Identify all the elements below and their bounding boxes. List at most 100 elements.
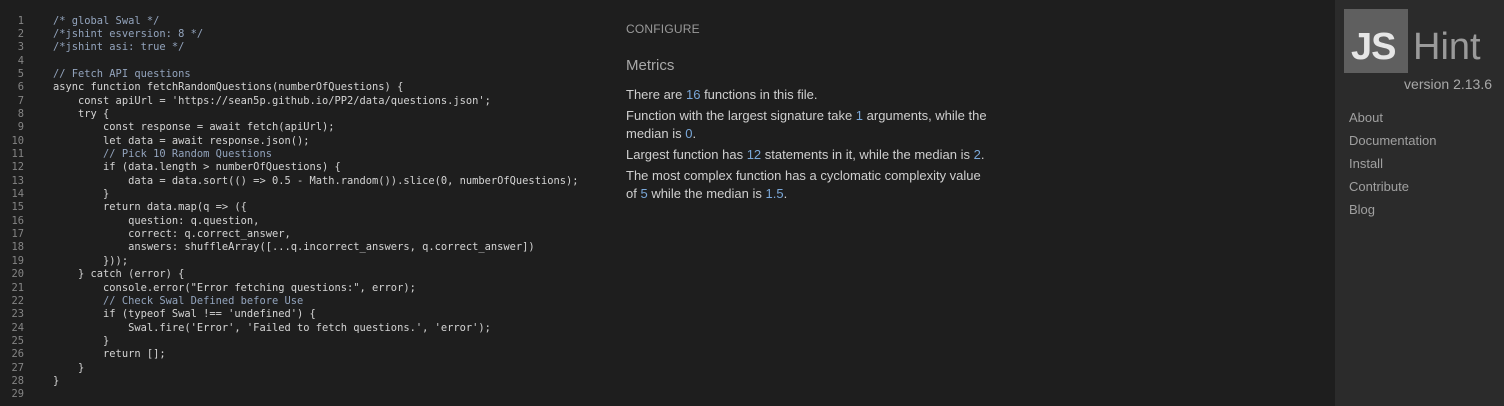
metric-text: Largest function has	[626, 147, 747, 162]
code-line[interactable]: 2 /*jshint esversion: 8 */	[0, 28, 600, 41]
code-text: answers: shuffleArray([...q.incorrect_an…	[53, 241, 535, 254]
code-text: if (data.length > numberOfQuestions) {	[53, 161, 341, 174]
code-text: const response = await fetch(apiUrl);	[53, 121, 335, 134]
code-text: }	[53, 374, 60, 387]
code-line[interactable]: 25 }	[0, 335, 600, 348]
code-line[interactable]: 10 let data = await response.json();	[0, 135, 600, 148]
code-line[interactable]: 20 } catch (error) {	[0, 268, 600, 281]
metric-text: while the median is	[647, 186, 766, 201]
nav-link-install[interactable]: Install	[1349, 156, 1383, 171]
code-text: async function fetchRandomQuestions(numb…	[53, 81, 404, 94]
code-text: // Fetch API questions	[53, 67, 191, 80]
code-line[interactable]: 15 return data.map(q => ({	[0, 201, 600, 214]
metrics-title: Metrics	[626, 57, 675, 74]
line-number: 25	[11, 334, 24, 347]
code-line[interactable]: 13 data = data.sort(() => 0.5 - Math.ran…	[0, 175, 600, 188]
code-text: console.error("Error fetching questions:…	[53, 281, 416, 294]
line-number: 17	[11, 228, 24, 241]
metric-function-count: There are 16 functions in this file.	[626, 86, 996, 104]
line-number: 21	[11, 281, 24, 294]
metric-statements: Largest function has 12 statements in it…	[626, 146, 996, 164]
code-line[interactable]: 26 return [];	[0, 348, 600, 361]
line-number: 18	[11, 241, 24, 254]
line-number: 3	[17, 41, 24, 54]
code-line[interactable]: 28}	[0, 375, 600, 388]
code-line[interactable]: 9 const response = await fetch(apiUrl);	[0, 121, 600, 134]
line-number: 7	[17, 94, 24, 107]
metric-text: .	[692, 126, 697, 141]
metric-text: There are	[626, 87, 686, 102]
metric-text: statements in it, while the median is	[761, 147, 974, 162]
metric-value: 12	[746, 147, 762, 162]
sidebar: JS Hint version 2.13.6 About Documentati…	[1335, 0, 1504, 406]
line-number: 16	[11, 214, 24, 227]
nav-link-blog[interactable]: Blog	[1349, 202, 1375, 217]
code-editor[interactable]: 1 /* global Swal */ 2 /*jshint esversion: 8…	[0, 0, 600, 406]
code-line[interactable]: 8 try {	[0, 108, 600, 121]
code-line[interactable]: 5 // Fetch API questions	[0, 68, 600, 81]
code-text: // Pick 10 Random Questions	[53, 148, 272, 160]
code-line[interactable]: 29	[0, 388, 600, 401]
code-text: const apiUrl = 'https://sean5p.github.io…	[53, 94, 491, 107]
code-line[interactable]: 22 // Check Swal Defined before Use	[0, 295, 600, 308]
code-line[interactable]: 11 // Pick 10 Random Questions	[0, 148, 600, 161]
line-number: 11	[11, 148, 24, 160]
code-text: }));	[53, 254, 129, 267]
metric-value: 2	[973, 147, 981, 162]
line-number: 4	[17, 54, 24, 67]
code-line[interactable]: 6 async function fetchRandomQuestions(num…	[0, 81, 600, 94]
line-number: 1	[17, 14, 24, 27]
code-line[interactable]: 21 console.error("Error fetching questio…	[0, 282, 600, 295]
metric-value: 5	[640, 186, 648, 201]
line-number: 8	[17, 107, 24, 120]
metric-text: .	[980, 147, 985, 162]
line-number: 24	[11, 321, 24, 334]
code-text: try {	[53, 107, 110, 120]
code-line[interactable]: 1 /* global Swal */	[0, 15, 600, 28]
code-text: return [];	[53, 348, 166, 361]
code-line[interactable]: 24 Swal.fire('Error', 'Failed to fetch q…	[0, 322, 600, 335]
line-number: 29	[11, 388, 24, 401]
nav-link-contribute[interactable]: Contribute	[1349, 179, 1409, 194]
code-text: /*jshint esversion: 8 */	[53, 27, 204, 40]
code-text: }	[53, 361, 85, 374]
code-line[interactable]: 17 correct: q.correct_answer,	[0, 228, 600, 241]
code-text: let data = await response.json();	[53, 134, 310, 147]
line-number: 2	[17, 27, 24, 40]
line-number: 15	[11, 201, 24, 214]
line-number: 26	[11, 348, 24, 361]
code-line[interactable]: 18 answers: shuffleArray([...q.incorrect…	[0, 241, 600, 254]
code-line[interactable]: 19 }));	[0, 255, 600, 268]
code-line[interactable]: 4	[0, 55, 600, 68]
line-number: 10	[11, 134, 24, 147]
metric-value: 16	[685, 87, 701, 102]
code-text: return data.map(q => ({	[53, 201, 247, 214]
line-number: 12	[11, 161, 24, 174]
configure-link[interactable]: CONFIGURE	[626, 22, 700, 36]
code-line[interactable]: 16 question: q.question,	[0, 215, 600, 228]
code-text: if (typeof Swal !== 'undefined') {	[53, 308, 316, 321]
code-line[interactable]: 7 const apiUrl = 'https://sean5p.github.…	[0, 95, 600, 108]
line-number: 6	[17, 81, 24, 94]
version-label: version 2.13.6	[1404, 76, 1492, 92]
nav-link-documentation[interactable]: Documentation	[1349, 133, 1436, 148]
line-number: 28	[11, 374, 24, 387]
code-line[interactable]: 12 if (data.length > numberOfQuestions) …	[0, 161, 600, 174]
code-line[interactable]: 14 }	[0, 188, 600, 201]
nav-link-about[interactable]: About	[1349, 110, 1383, 125]
logo-js-text: JS	[1351, 26, 1396, 68]
code-text: question: q.question,	[53, 214, 260, 227]
line-number: 20	[11, 268, 24, 281]
metric-complexity: The most complex function has a cyclomat…	[626, 167, 981, 203]
code-line[interactable]: 27 }	[0, 362, 600, 375]
line-number: 19	[11, 254, 24, 267]
code-text: Swal.fire('Error', 'Failed to fetch ques…	[53, 321, 491, 334]
line-number: 22	[11, 294, 24, 307]
code-text: /*jshint asi: true */	[53, 41, 185, 54]
code-line[interactable]: 3 /*jshint asi: true */	[0, 41, 600, 54]
metric-text: Function with the largest signature take	[626, 108, 856, 123]
code-line[interactable]: 23 if (typeof Swal !== 'undefined') {	[0, 308, 600, 321]
code-text: /* global Swal */	[53, 14, 160, 27]
line-number: 23	[11, 308, 24, 321]
metric-value: 1.5	[765, 186, 784, 201]
